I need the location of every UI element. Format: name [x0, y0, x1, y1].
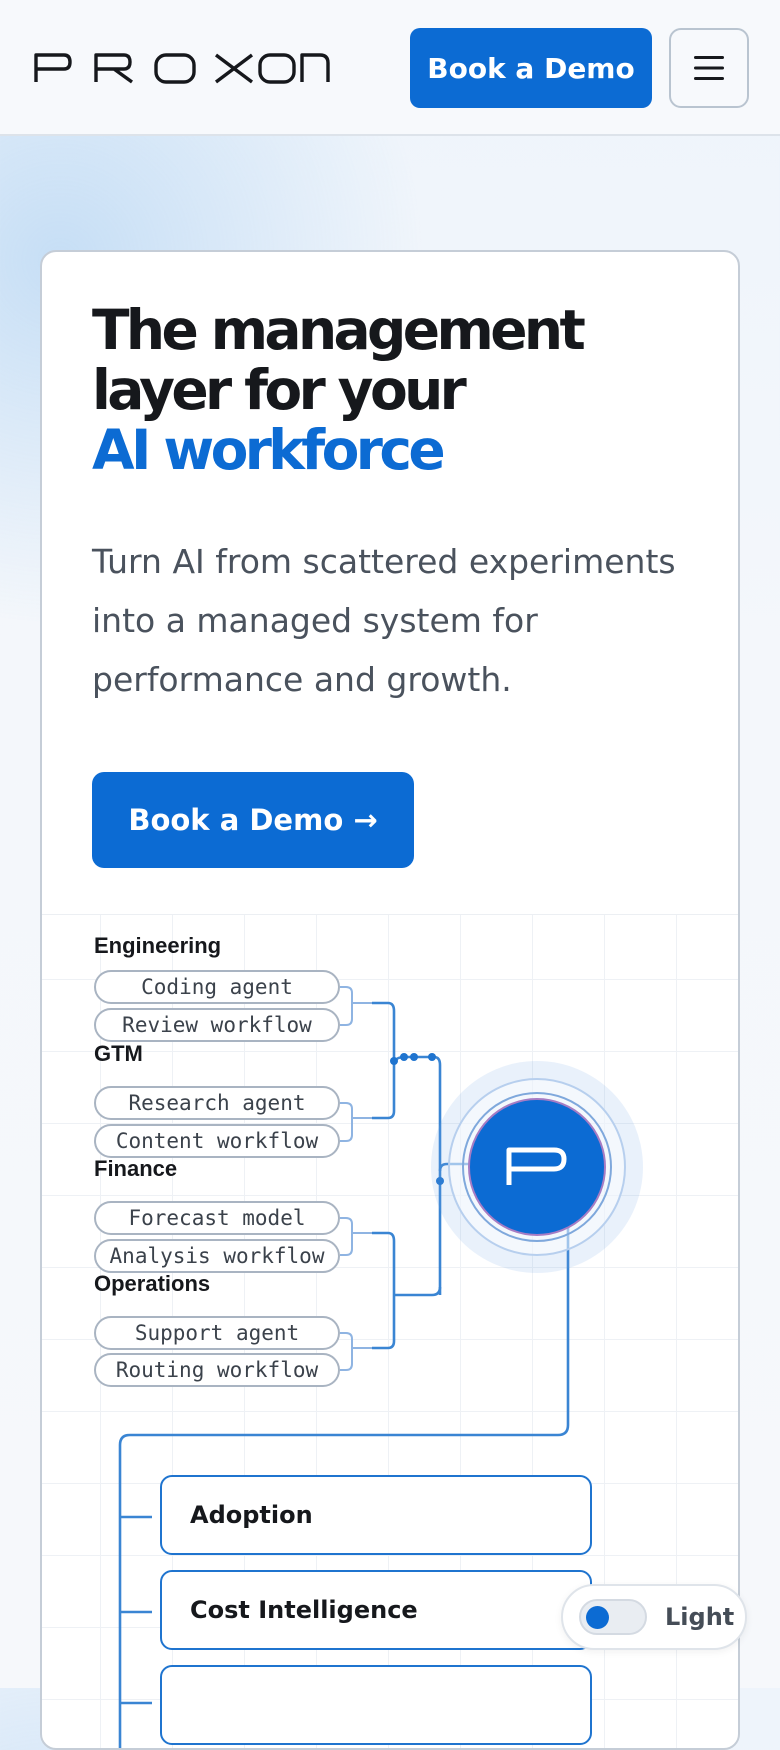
theme-switch-knob [586, 1606, 609, 1629]
module-cost-intelligence[interactable]: Cost Intelligence [160, 1570, 592, 1650]
group-label-engineering: Engineering [94, 933, 222, 958]
proxon-logo[interactable] [34, 52, 330, 84]
pill-content-workflow[interactable]: Content workflow [94, 1124, 340, 1158]
proxon-hub [431, 1061, 643, 1273]
pill-coding-agent[interactable]: Coding agent [94, 970, 340, 1004]
pill-forecast-model[interactable]: Forecast model [94, 1201, 340, 1235]
hero-card: The management layer for your AI workfor… [40, 250, 740, 1750]
top-nav: Book a Demo [0, 0, 780, 136]
group-label-operations: Operations [94, 1271, 211, 1296]
theme-switch[interactable] [579, 1599, 647, 1635]
hero-headline: The management layer for your AI workfor… [92, 300, 712, 480]
hero-subtitle: Turn AI from scattered experiments into … [92, 542, 676, 699]
pill-routing-workflow[interactable]: Routing workflow [94, 1353, 340, 1387]
module-adoption[interactable]: Adoption [160, 1475, 592, 1555]
hub-outer-ring [448, 1078, 626, 1256]
theme-toggle[interactable]: Light [561, 1584, 747, 1650]
group-label-gtm: GTM [94, 1041, 143, 1066]
hamburger-icon [694, 56, 724, 80]
module-next[interactable] [160, 1665, 592, 1745]
nav-book-demo-button[interactable]: Book a Demo [410, 28, 652, 108]
hero-book-demo-button[interactable]: Book a Demo → [92, 772, 414, 868]
theme-toggle-label: Light [665, 1603, 735, 1631]
group-label-finance: Finance [94, 1156, 178, 1181]
menu-button[interactable] [669, 28, 749, 108]
hub-core [468, 1098, 606, 1236]
proxon-p-icon [506, 1147, 567, 1185]
headline-line-1: The management [92, 298, 586, 362]
pill-analysis-workflow[interactable]: Analysis workflow [94, 1239, 340, 1273]
pill-research-agent[interactable]: Research agent [94, 1086, 340, 1120]
headline-line-2: layer for your [92, 358, 467, 422]
headline-accent: AI workforce [92, 418, 446, 482]
hub-inner-ring [462, 1092, 612, 1242]
pill-review-workflow[interactable]: Review workflow [94, 1008, 340, 1042]
pill-support-agent[interactable]: Support agent [94, 1316, 340, 1350]
